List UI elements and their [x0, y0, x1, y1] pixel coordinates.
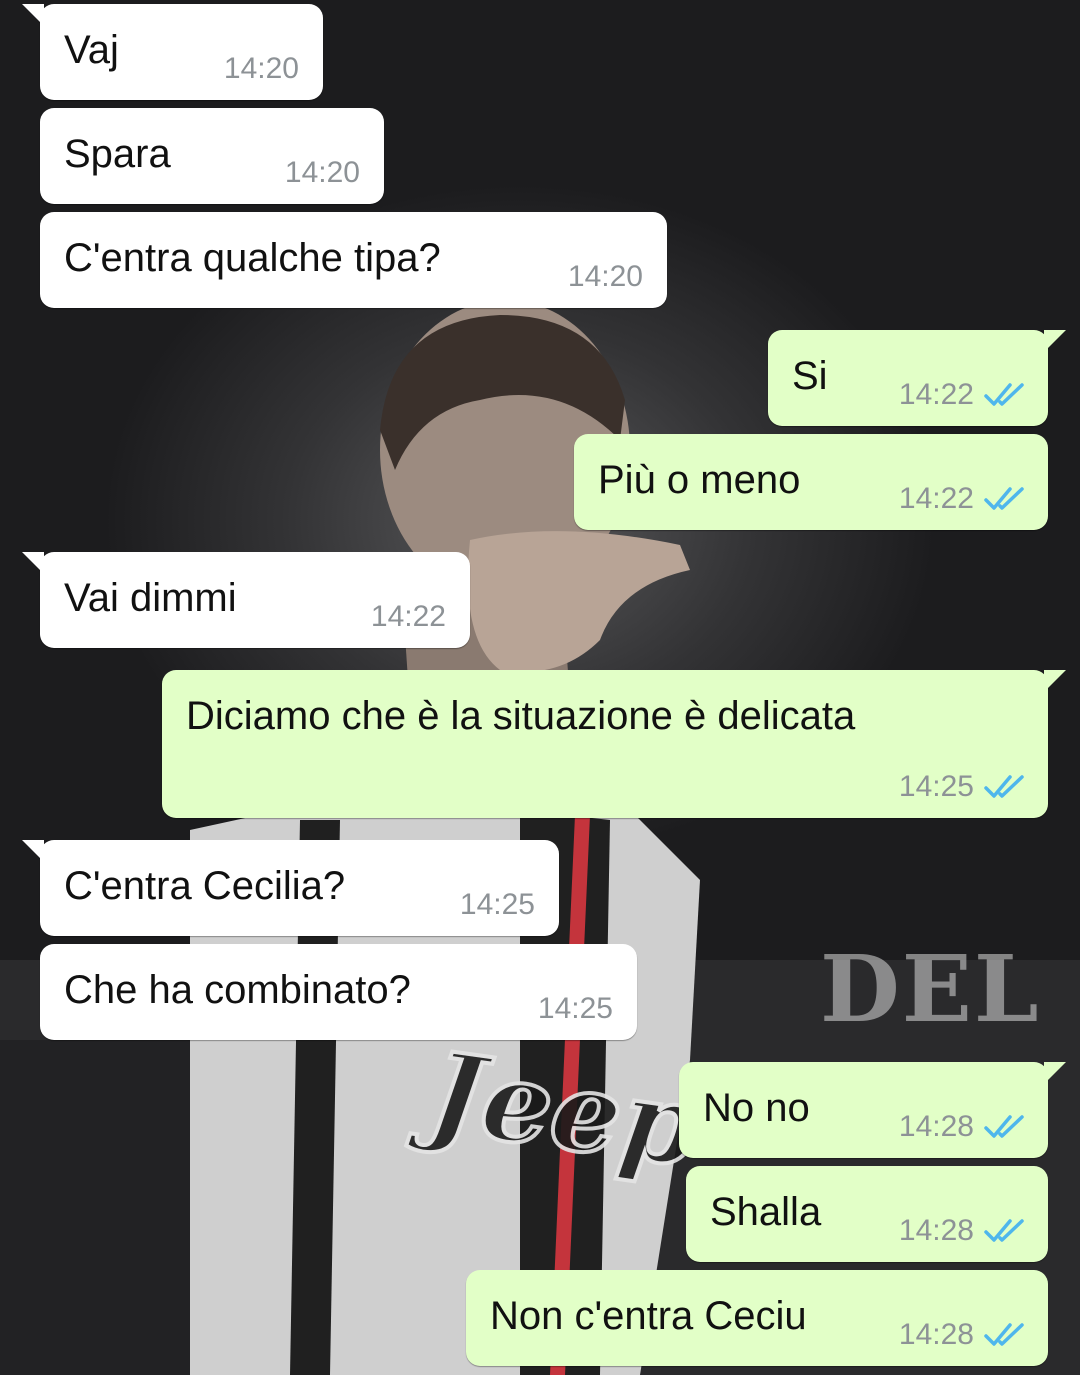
double-check-read-icon — [984, 775, 1024, 798]
message-time: 14:22 — [898, 482, 974, 515]
outgoing-message[interactable]: No no 14:28 — [679, 1062, 1066, 1158]
double-check-read-icon — [984, 487, 1024, 510]
double-check-read-icon — [984, 383, 1024, 406]
message-text: No no — [703, 1086, 810, 1130]
message-text: Più o meno — [598, 458, 801, 502]
message-text: Che ha combinato? — [64, 968, 411, 1012]
stadium-banner-text: DEL — [820, 935, 1041, 1043]
message-time: 14:28 — [898, 1110, 974, 1143]
incoming-message[interactable]: Spara 14:20 — [40, 108, 384, 204]
message-time: 14:20 — [567, 260, 643, 293]
outgoing-message[interactable]: Non c'entra Ceciu 14:28 — [466, 1270, 1048, 1366]
message-text: C'entra Cecilia? — [64, 864, 346, 908]
outgoing-message[interactable]: Si 14:22 — [768, 330, 1066, 426]
double-check-read-icon — [984, 1323, 1024, 1346]
message-text: Diciamo che è la situazione è delicata — [186, 694, 856, 738]
message-time: 14:25 — [898, 770, 974, 803]
message-text: Vaj — [64, 28, 119, 72]
message-text: Si — [792, 354, 828, 398]
message-time: 14:28 — [898, 1214, 974, 1247]
message-time: 14:20 — [223, 52, 299, 85]
message-time: 14:22 — [898, 378, 974, 411]
message-text: Vai dimmi — [64, 576, 237, 620]
incoming-message[interactable]: Vai dimmi 14:22 — [22, 552, 470, 648]
incoming-message[interactable]: Che ha combinato? 14:25 — [40, 944, 637, 1040]
outgoing-message[interactable]: Shalla 14:28 — [686, 1166, 1048, 1262]
incoming-message[interactable]: C'entra qualche tipa? 14:20 — [40, 212, 667, 308]
outgoing-message[interactable]: Più o meno 14:22 — [574, 434, 1048, 530]
message-text: C'entra qualche tipa? — [64, 236, 441, 280]
message-text: Non c'entra Ceciu — [490, 1294, 807, 1338]
message-time: 14:25 — [459, 888, 535, 921]
outgoing-message[interactable]: Diciamo che è la situazione è delicata 1… — [162, 670, 1066, 818]
message-time: 14:20 — [284, 156, 360, 189]
message-time: 14:25 — [537, 992, 613, 1025]
message-text: Shalla — [710, 1190, 822, 1234]
incoming-message[interactable]: C'entra Cecilia? 14:25 — [22, 840, 559, 936]
message-text: Spara — [64, 132, 171, 176]
double-check-read-icon — [984, 1219, 1024, 1242]
message-time: 14:28 — [898, 1318, 974, 1351]
double-check-read-icon — [984, 1115, 1024, 1138]
incoming-message[interactable]: Vaj 14:20 — [22, 4, 323, 100]
message-time: 14:22 — [370, 600, 446, 633]
